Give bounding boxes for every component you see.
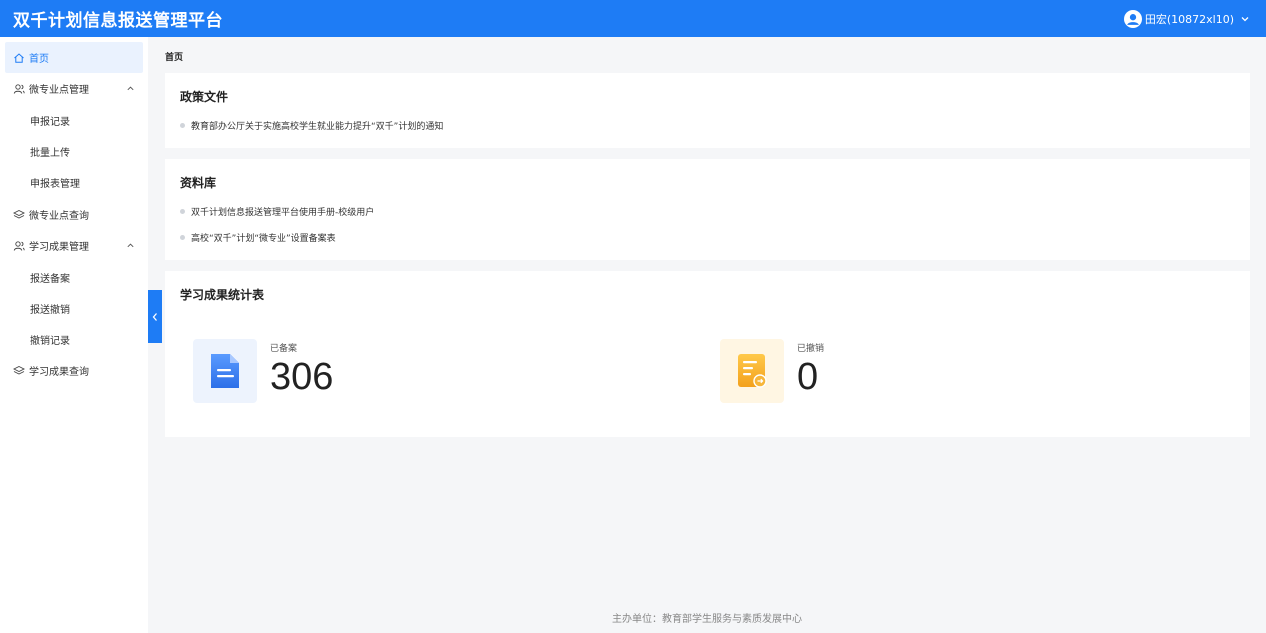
sidebar-item-learning-outcome-query[interactable]: 学习成果查询 <box>5 355 143 386</box>
sidebar-item-label: 微专业点管理 <box>29 85 89 96</box>
policy-link-text: 教育部办公厅关于实施高校学生就业能力提升“双千”计划的通知 <box>191 122 444 132</box>
breadcrumb: 首页 <box>165 53 184 63</box>
avatar-icon <box>1123 9 1142 28</box>
stat-revoked-value: 0 <box>797 356 819 398</box>
user-name: 田宏(10872xl10) <box>1144 12 1234 26</box>
stat-filed-iconbox <box>193 339 257 403</box>
library-title: 资料库 <box>180 176 217 190</box>
policy-title: 政策文件 <box>180 90 229 104</box>
stat-revoked: 已撤销 0 <box>720 339 824 403</box>
stat-filed-label: 已备案 <box>270 344 298 354</box>
sidebar-item-micro-major-query[interactable]: 微专业点查询 <box>5 199 143 230</box>
sidebar-item-learning-outcome-management[interactable]: 学习成果管理 <box>5 230 143 261</box>
policy-card: 政策文件 教育部办公厅关于实施高校学生就业能力提升“双千”计划的通知 <box>165 73 1250 148</box>
sidebar-item-label: 学习成果查询 <box>29 367 89 378</box>
bullet-icon <box>180 209 185 214</box>
footer: 主办单位：教育部学生服务与素质发展中心 <box>612 614 802 625</box>
library-link[interactable]: 高校“双千”计划“微专业”设置备案表 <box>180 231 336 244</box>
chevron-down-icon <box>1241 16 1249 21</box>
app-title: 双千计划信息报送管理平台 <box>13 11 223 31</box>
chevron-up-icon <box>127 86 134 91</box>
stat-revoked-iconbox <box>720 339 784 403</box>
sidebar-item-application-records[interactable]: 申报记录 <box>5 105 143 136</box>
sidebar-item-label: 首页 <box>29 54 49 65</box>
stat-filed-value: 306 <box>270 356 334 398</box>
layers-icon <box>13 209 25 219</box>
sidebar-item-label: 微专业点查询 <box>29 211 89 222</box>
library-card: 资料库 双千计划信息报送管理平台使用手册-校级用户 高校“双千”计划“微专业”设… <box>165 159 1250 260</box>
library-link[interactable]: 双千计划信息报送管理平台使用手册-校级用户 <box>180 205 374 218</box>
stat-filed: 已备案 306 <box>193 339 333 403</box>
sidebar-item-batch-upload[interactable]: 批量上传 <box>5 136 143 167</box>
sidebar-item-label: 撤销记录 <box>30 336 70 347</box>
sidebar-item-label: 报送备案 <box>30 274 70 285</box>
policy-link[interactable]: 教育部办公厅关于实施高校学生就业能力提升“双千”计划的通知 <box>180 119 443 132</box>
layers-icon <box>13 365 25 375</box>
document-revoke-icon <box>738 354 767 388</box>
user-menu[interactable]: 田宏(10872xl10) <box>1123 0 1250 37</box>
sidebar-collapse-button[interactable] <box>148 290 162 343</box>
home-icon <box>14 52 24 63</box>
sidebar-item-label: 报送撤销 <box>30 305 70 316</box>
sidebar-item-home[interactable]: 首页 <box>5 42 143 73</box>
user-group-icon <box>13 83 25 94</box>
chevron-left-icon <box>152 312 157 321</box>
sidebar-item-form-management[interactable]: 申报表管理 <box>5 167 143 198</box>
sidebar-item-submit-filing[interactable]: 报送备案 <box>5 262 143 293</box>
stats-title: 学习成果统计表 <box>180 288 265 302</box>
sidebar-item-label: 学习成果管理 <box>29 242 89 253</box>
sidebar-item-label: 批量上传 <box>30 148 70 159</box>
sidebar-item-submit-revoke[interactable]: 报送撤销 <box>5 293 143 324</box>
document-icon <box>211 354 239 388</box>
top-bar: 双千计划信息报送管理平台 田宏(10872xl10) <box>0 0 1266 37</box>
sidebar-item-label: 申报表管理 <box>30 179 80 190</box>
stats-card: 学习成果统计表 已备案 306 已撤销 0 <box>165 271 1250 437</box>
stat-revoked-label: 已撤销 <box>797 344 825 354</box>
chevron-up-icon <box>127 243 134 248</box>
sidebar-item-revoke-records[interactable]: 撤销记录 <box>5 324 143 355</box>
library-link-text: 双千计划信息报送管理平台使用手册-校级用户 <box>191 208 375 218</box>
bullet-icon <box>180 235 185 240</box>
sidebar-item-label: 申报记录 <box>30 117 70 128</box>
sidebar: 首页 微专业点管理 申报记录 批量上传 申报表管理 微专业点查询 学习成果管理 … <box>0 37 148 633</box>
library-link-text: 高校“双千”计划“微专业”设置备案表 <box>191 234 336 244</box>
sidebar-item-micro-major-management[interactable]: 微专业点管理 <box>5 73 143 104</box>
user-group-icon <box>13 240 25 251</box>
bullet-icon <box>180 123 185 128</box>
